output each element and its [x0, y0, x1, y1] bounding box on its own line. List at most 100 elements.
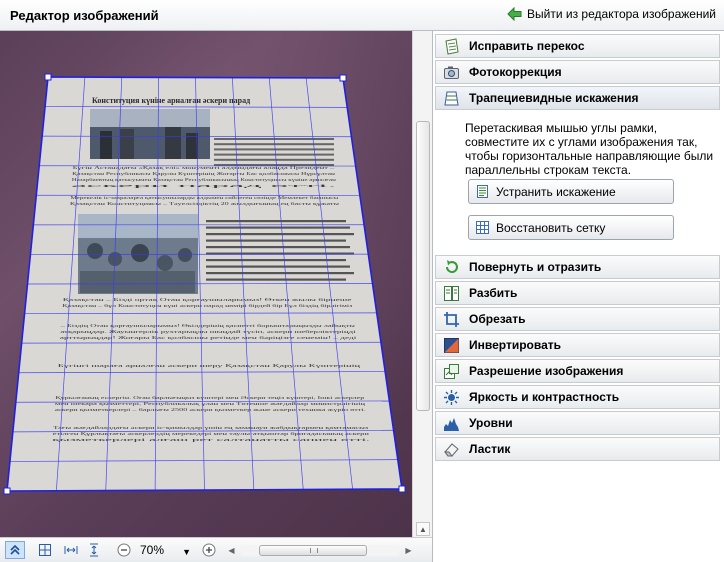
brightness-icon	[443, 389, 459, 405]
image-canvas[interactable]: Конституция күніне арналған әскери парад…	[0, 31, 412, 537]
tool-resolution[interactable]: Разрешение изображения	[435, 359, 720, 383]
tools-panel: Исправить перекос Фотокоррекция Трапецие…	[432, 31, 724, 562]
grid-icon	[476, 221, 489, 234]
document-text-placeholder	[206, 278, 346, 281]
document-text-line: Қазақстан Конституциясы – Тәуелсіздіктің…	[70, 201, 339, 206]
rotate-icon	[445, 259, 458, 273]
deskew-icon	[444, 37, 459, 55]
restore-grid-button[interactable]: Восстановить сетку	[468, 215, 674, 240]
tool-invert[interactable]: Инвертировать	[435, 333, 720, 357]
document-text-placeholder	[214, 158, 334, 161]
arrow-left-icon	[507, 7, 522, 21]
invert-icon	[443, 337, 459, 353]
tool-photo-correction[interactable]: Фотокоррекция	[435, 60, 720, 84]
frame-handle-bottom-left[interactable]	[3, 487, 11, 495]
scroll-right-button[interactable]: ▶	[402, 543, 415, 558]
eraser-icon	[443, 442, 459, 456]
split-icon	[443, 285, 459, 301]
grid-line-horizontal	[27, 283, 373, 285]
document-text-placeholder	[214, 143, 334, 146]
document-text-placeholder	[214, 153, 334, 156]
horizontal-scrollbar[interactable]: ◀ ▶	[225, 543, 415, 558]
tool-label: Инвертировать	[469, 338, 561, 352]
fit-width-button[interactable]	[61, 541, 81, 559]
document-text-placeholder	[206, 239, 346, 242]
trapezoid-icon	[443, 91, 459, 105]
document-text-placeholder	[206, 220, 346, 223]
document-text-line: әскери парад өтті.	[71, 183, 336, 188]
fit-height-button[interactable]	[84, 541, 104, 559]
vertical-scrollbar[interactable]: ▲ ▼	[412, 31, 432, 562]
scroll-left-button[interactable]: ◀	[225, 543, 238, 558]
fit-page-icon	[39, 544, 51, 556]
dropdown-arrow-icon: ▼	[182, 547, 191, 557]
tool-label: Разрешение изображения	[469, 364, 624, 378]
fit-height-icon	[90, 543, 98, 557]
document-text-line: әскери қызметкерлері – барлығы 2500 әске…	[54, 407, 365, 412]
frame-handle-bottom-right[interactable]	[398, 485, 406, 493]
collapse-panel-button[interactable]	[5, 541, 25, 559]
tool-split[interactable]: Разбить	[435, 281, 720, 305]
tool-label: Повернуть и отразить	[469, 260, 602, 274]
document-text-line: қызметкерлері алғаш рет салтанатты сапие…	[52, 437, 369, 442]
tool-label: Яркость и контрастность	[469, 390, 620, 404]
document-image: Конституция күніне арналған әскери парад…	[3, 73, 406, 495]
tool-trapezoid[interactable]: Трапециевидные искажения	[435, 86, 720, 110]
tool-rotate[interactable]: Повернуть и отразить	[435, 255, 720, 279]
bottom-toolbar: 70% ▼ ◀ ▶	[0, 537, 432, 562]
levels-icon	[443, 417, 459, 431]
document-text-line: – Біздің Отан қорғаушыларымыз! Өкілдерін…	[59, 323, 355, 328]
scroll-up-button[interactable]: ▲	[416, 522, 430, 536]
editor-title: Редактор изображений	[10, 8, 159, 23]
crop-icon	[443, 311, 459, 327]
document-text-placeholder	[206, 233, 354, 236]
tool-levels[interactable]: Уровни	[435, 411, 720, 435]
tool-label: Ластик	[469, 442, 511, 456]
zoom-in-button[interactable]	[199, 541, 219, 559]
frame-handle-top-right[interactable]	[339, 74, 347, 82]
fit-width-icon	[64, 546, 78, 554]
tool-brightness[interactable]: Яркость и контрастность	[435, 385, 720, 409]
exit-editor-label: Выйти из редактора изображений	[527, 7, 716, 21]
document-headline: Конституция күніне арналған әскери парад	[92, 96, 250, 105]
zoom-out-button[interactable]	[114, 541, 134, 559]
restore-grid-label: Восстановить сетку	[496, 220, 606, 235]
document-text-line: Тағы жағдайлардағы әскери іс-қимылдар үш…	[53, 425, 368, 430]
trapezoid-description: Перетаскивая мышью углы рамки, совместит…	[465, 121, 714, 177]
document-text-placeholder	[206, 226, 350, 229]
horizontal-scroll-thumb[interactable]	[259, 545, 367, 556]
document-text-placeholder	[206, 259, 346, 262]
document-text-line: Қазақстан Республикасы Қарулы Күштерінің…	[72, 171, 336, 176]
zoom-in-icon	[202, 543, 216, 557]
resolution-icon	[443, 363, 459, 379]
document-text-line: Назарбаевтың қатысуымен Қазақстан Респуб…	[72, 177, 337, 182]
document-text-placeholder	[206, 265, 350, 268]
tool-crop[interactable]: Обрезать	[435, 307, 720, 331]
horizontal-scroll-track[interactable]	[241, 545, 399, 556]
document-text-line: Қазақстан – Бізді ортақ Отан қорғаушылар…	[63, 297, 352, 302]
tool-label: Исправить перекос	[469, 39, 585, 53]
image-viewer: Конституция күніне арналған әскери парад…	[0, 31, 432, 562]
frame-handle-top-left[interactable]	[44, 73, 52, 81]
document-text-line: Бүгінгі шараға арналған әскери шеру Қаза…	[58, 363, 362, 368]
double-chevron-up-icon	[10, 544, 20, 555]
fix-distortion-button[interactable]: Устранить искажение	[468, 179, 674, 204]
tool-label: Трапециевидные искажения	[469, 91, 639, 105]
document-text-placeholder	[214, 148, 334, 151]
document-text-placeholder	[206, 272, 354, 275]
tool-label: Разбить	[469, 286, 518, 300]
exit-editor-button[interactable]: Выйти из редактора изображений	[507, 7, 716, 21]
document-text-placeholder	[206, 246, 350, 249]
tool-eraser[interactable]: Ластик	[435, 437, 720, 461]
zoom-out-icon	[117, 543, 131, 557]
zoom-select[interactable]: 70% ▼	[137, 542, 195, 559]
fit-page-button[interactable]	[35, 541, 55, 559]
camera-icon	[443, 66, 459, 79]
fix-distortion-label: Устранить искажение	[496, 184, 616, 199]
tool-deskew[interactable]: Исправить перекос	[435, 34, 720, 58]
document-text-line: Қазақстан – бұл Конституция күні әскери …	[62, 303, 352, 308]
tool-label: Уровни	[469, 416, 513, 430]
zoom-value-text: 70%	[140, 543, 165, 557]
vertical-scroll-thumb[interactable]	[416, 121, 430, 411]
tool-label: Фотокоррекция	[469, 65, 562, 79]
